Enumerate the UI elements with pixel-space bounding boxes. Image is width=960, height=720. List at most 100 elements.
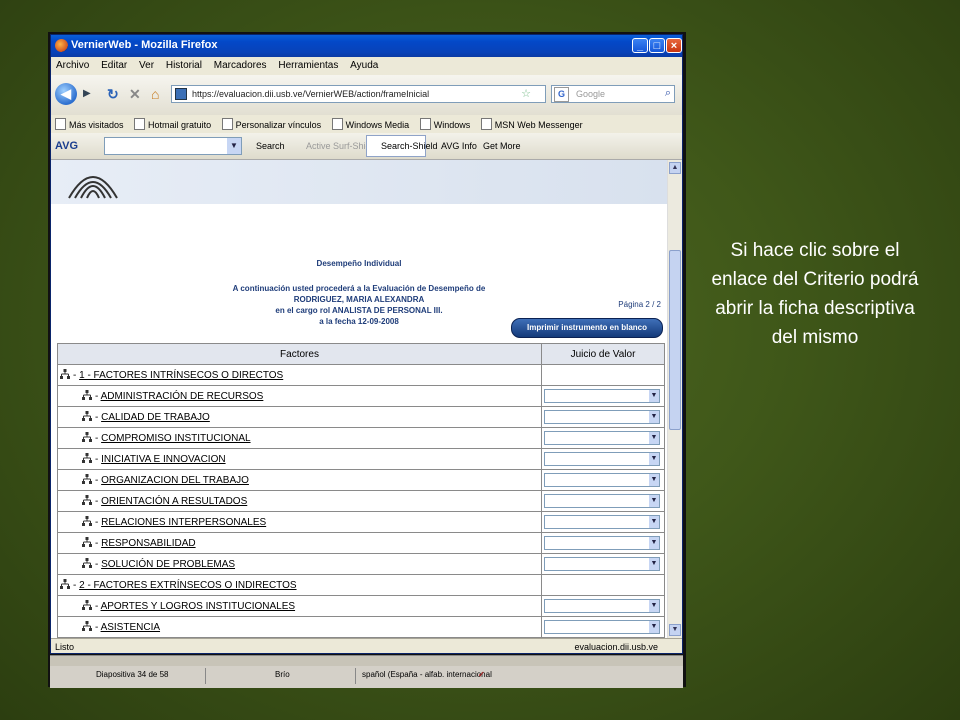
back-arrow-icon[interactable]: ◀ — [55, 83, 77, 105]
maximize-button[interactable]: □ — [649, 38, 665, 53]
juicio-select[interactable]: ▼ — [544, 620, 660, 634]
criterion-link[interactable]: SOLUCIÓN DE PROBLEMAS — [101, 559, 235, 570]
menu-herramientas[interactable]: Herramientas — [273, 57, 342, 71]
menu-marcadores[interactable]: Marcadores — [209, 57, 271, 71]
chevron-down-icon[interactable]: ▼ — [649, 474, 659, 486]
table-row: - RESPONSABILIDAD ▼ — [57, 532, 665, 554]
title-bar[interactable]: VernierWeb - Mozilla Firefox _ □ × — [51, 35, 682, 57]
chevron-down-icon[interactable]: ▼ — [649, 600, 659, 612]
chevron-down-icon[interactable]: ▼ — [649, 390, 659, 402]
juicio-cell: ▼ — [541, 595, 665, 617]
google-icon[interactable]: G — [554, 87, 569, 102]
criterion-link[interactable]: RESPONSABILIDAD — [101, 538, 195, 549]
tree-node-icon — [60, 579, 70, 589]
avg-search-button[interactable]: Search — [256, 141, 285, 151]
criterion-link[interactable]: 2 - FACTORES EXTRÍNSECOS O INDIRECTOS — [79, 580, 296, 591]
header-band — [51, 160, 667, 204]
print-blank-form-button[interactable]: Imprimir instrumento en blanco — [511, 318, 663, 338]
juicio-select[interactable]: ▼ — [544, 431, 660, 445]
juicio-select[interactable]: ▼ — [544, 557, 660, 571]
juicio-select[interactable]: ▼ — [544, 452, 660, 466]
chevron-down-icon[interactable]: ▼ — [649, 621, 659, 633]
chevron-down-icon[interactable]: ▼ — [649, 495, 659, 507]
criterion-link[interactable]: INICIATIVA E INNOVACION — [101, 454, 225, 465]
juicio-select[interactable]: ▼ — [544, 410, 660, 424]
tree-node-icon — [82, 516, 92, 526]
menu-ver[interactable]: Ver — [134, 57, 158, 71]
powerpoint-status-bar: Diapositiva 34 de 58 Brío spañol (España… — [50, 655, 683, 688]
scroll-thumb[interactable] — [669, 250, 681, 430]
criterion-link[interactable]: COMPROMISO INSTITUCIONAL — [101, 433, 250, 444]
search-shield-button[interactable]: Search-Shield — [381, 141, 438, 151]
criterion-link[interactable]: ASISTENCIA — [101, 622, 160, 633]
bookmark-star-icon[interactable]: ☆ — [521, 87, 531, 100]
avg-search-input[interactable]: ▼ — [104, 137, 242, 155]
chevron-down-icon[interactable]: ▼ — [649, 516, 659, 528]
scroll-up-arrow-icon[interactable]: ▲ — [669, 162, 681, 174]
menu-editar[interactable]: Editar — [96, 57, 131, 71]
chevron-down-icon[interactable]: ▼ — [649, 453, 659, 465]
juicio-select[interactable]: ▼ — [544, 473, 660, 487]
chevron-down-icon[interactable]: ▼ — [227, 138, 241, 154]
employee-name: RODRIGUEZ, MARIA ALEXANDRA — [293, 295, 425, 304]
juicio-select[interactable]: ▼ — [544, 389, 660, 403]
vertical-scrollbar[interactable]: ▲ ▼ — [667, 160, 682, 638]
criterion-link[interactable]: ORGANIZACION DEL TRABAJO — [101, 475, 249, 486]
tree-node-icon — [82, 432, 92, 442]
chevron-down-icon[interactable]: ▼ — [649, 432, 659, 444]
spellcheck-icon[interactable]: ✓ — [478, 670, 485, 679]
home-icon[interactable]: ⌂ — [151, 86, 159, 102]
status-host: evaluacion.dii.usb.ve — [574, 642, 658, 652]
factor-cell: - CALIDAD DE TRABAJO — [57, 406, 542, 428]
chevron-down-icon[interactable]: ▼ — [649, 537, 659, 549]
bookmark-item[interactable]: Más visitados — [55, 118, 124, 130]
url-bar[interactable]: https://evaluacion.dii.usb.ve/VernierWEB… — [171, 85, 546, 103]
chevron-down-icon[interactable]: ▼ — [649, 411, 659, 423]
criterion-link[interactable]: 1 - FACTORES INTRÍNSECOS O DIRECTOS — [79, 370, 283, 381]
juicio-select[interactable]: ▼ — [544, 494, 660, 508]
criterion-link[interactable]: CALIDAD DE TRABAJO — [101, 412, 210, 423]
page-icon — [480, 118, 492, 130]
page-icon — [134, 118, 146, 130]
scroll-down-arrow-icon[interactable]: ▼ — [669, 624, 681, 636]
intro-line: A continuación usted procederá a la Eval… — [232, 284, 486, 293]
reload-icon[interactable]: ↻ — [107, 86, 119, 103]
juicio-select[interactable]: ▼ — [544, 599, 660, 613]
juicio-select[interactable]: ▼ — [544, 536, 660, 550]
menu-ayuda[interactable]: Ayuda — [345, 57, 382, 71]
close-button[interactable]: × — [666, 38, 682, 53]
firefox-icon — [55, 39, 68, 52]
bookmarks-toolbar: Más visitados Hotmail gratuito Personali… — [51, 115, 682, 134]
table-row: - ORGANIZACION DEL TRABAJO ▼ — [57, 469, 665, 491]
bookmark-item[interactable]: MSN Web Messenger — [480, 118, 583, 130]
bookmark-item[interactable]: Hotmail gratuito — [134, 118, 211, 130]
criterion-link[interactable]: APORTES Y LOGROS INSTITUCIONALES — [101, 601, 296, 612]
forward-arrow-icon[interactable]: ▶ — [83, 88, 91, 99]
factor-cell: - ADMINISTRACIÓN DE RECURSOS — [57, 385, 542, 407]
avg-info-button[interactable]: AVG Info — [441, 141, 477, 151]
table-row: - ORIENTACIÓN A RESULTADOS ▼ — [57, 490, 665, 512]
table-row: - COMPROMISO INSTITUCIONAL ▼ — [57, 427, 665, 449]
stop-icon[interactable]: ✕ — [129, 86, 141, 103]
juicio-cell: ▼ — [541, 532, 665, 554]
minimize-button[interactable]: _ — [632, 38, 648, 53]
firefox-window: VernierWeb - Mozilla Firefox _ □ × Archi… — [50, 34, 683, 654]
juicio-select[interactable]: ▼ — [544, 515, 660, 529]
table-row: - SOLUCIÓN DE PROBLEMAS ▼ — [57, 553, 665, 575]
bookmark-item[interactable]: Windows Media — [331, 118, 409, 130]
chevron-down-icon[interactable]: ▼ — [649, 558, 659, 570]
bookmark-item[interactable]: Personalizar vínculos — [221, 118, 321, 130]
table-row: - ADMINISTRACIÓN DE RECURSOS ▼ — [57, 385, 665, 407]
get-more-button[interactable]: Get More — [483, 141, 521, 151]
criterion-link[interactable]: ORIENTACIÓN A RESULTADOS — [101, 496, 247, 507]
language-status: spañol (España - alfab. internacional — [362, 670, 492, 679]
criterion-link[interactable]: RELACIONES INTERPERSONALES — [101, 517, 266, 528]
search-icon[interactable]: ⌕ — [665, 87, 671, 100]
search-input[interactable]: G Google ⌕ — [551, 85, 675, 103]
menu-historial[interactable]: Historial — [161, 57, 206, 71]
menu-archivo[interactable]: Archivo — [51, 57, 93, 71]
juicio-cell: ▼ — [541, 511, 665, 533]
tree-node-icon — [82, 600, 92, 610]
bookmark-item[interactable]: Windows — [419, 118, 470, 130]
criterion-link[interactable]: ADMINISTRACIÓN DE RECURSOS — [101, 391, 264, 402]
